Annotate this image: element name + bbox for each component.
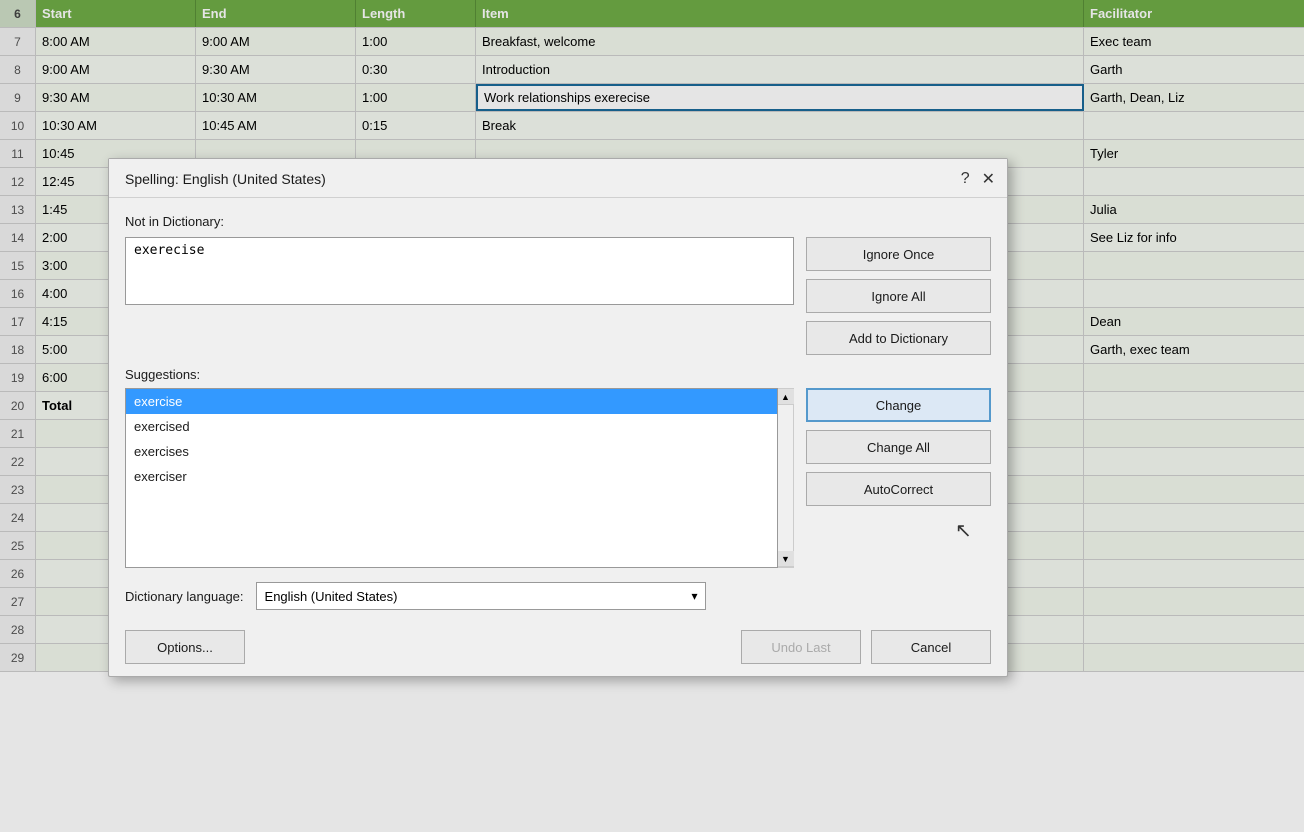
dict-lang-select[interactable]: English (United States) bbox=[256, 582, 706, 610]
help-button[interactable]: ? bbox=[961, 170, 970, 188]
cancel-button[interactable]: Cancel bbox=[871, 630, 991, 664]
dict-lang-label: Dictionary language: bbox=[125, 589, 244, 604]
undo-last-button[interactable]: Undo Last bbox=[741, 630, 861, 664]
change-button[interactable]: Change bbox=[806, 388, 991, 422]
suggestions-label: Suggestions: bbox=[125, 367, 991, 382]
not-in-dict-input[interactable] bbox=[125, 237, 794, 305]
ignore-all-button[interactable]: Ignore All bbox=[806, 279, 991, 313]
suggestion-item-exercised[interactable]: exercised bbox=[126, 414, 777, 439]
scroll-up-arrow[interactable]: ▲ bbox=[778, 389, 794, 405]
not-in-dict-row: Ignore Once Ignore All Add to Dictionary bbox=[125, 237, 991, 355]
lang-row: Dictionary language: English (United Sta… bbox=[125, 582, 991, 610]
scroll-down-arrow[interactable]: ▼ bbox=[778, 551, 794, 567]
dialog-titlebar: Spelling: English (United States) ? ✕ bbox=[109, 159, 1007, 198]
spelling-dialog: Spelling: English (United States) ? ✕ No… bbox=[108, 158, 1008, 677]
not-in-dict-label: Not in Dictionary: bbox=[125, 214, 991, 229]
bottom-left-buttons: Options... bbox=[125, 630, 245, 664]
ignore-once-button[interactable]: Ignore Once bbox=[806, 237, 991, 271]
suggestions-row: exercise exercised exercises exerciser ▲… bbox=[125, 388, 991, 568]
close-button[interactable]: ✕ bbox=[982, 169, 995, 189]
options-button[interactable]: Options... bbox=[125, 630, 245, 664]
change-all-button[interactable]: Change All bbox=[806, 430, 991, 464]
spreadsheet: 6 Start End Length Item Facilitator 7 8:… bbox=[0, 0, 1304, 832]
bottom-buttons: Options... Undo Last Cancel bbox=[125, 626, 991, 664]
dialog-body: Not in Dictionary: Ignore Once Ignore Al… bbox=[109, 198, 1007, 676]
bottom-right-buttons: Undo Last Cancel bbox=[741, 630, 991, 664]
suggestion-item-exerciser[interactable]: exerciser bbox=[126, 464, 777, 489]
suggestion-item-exercises[interactable]: exercises bbox=[126, 439, 777, 464]
add-to-dictionary-button[interactable]: Add to Dictionary bbox=[806, 321, 991, 355]
action-buttons: Change Change All AutoCorrect bbox=[806, 388, 991, 506]
dict-lang-select-wrapper[interactable]: English (United States) bbox=[256, 582, 706, 610]
suggestions-scrollbar[interactable]: ▲ ▼ bbox=[778, 388, 794, 568]
right-buttons: Ignore Once Ignore All Add to Dictionary bbox=[806, 237, 991, 355]
dialog-title: Spelling: English (United States) bbox=[125, 171, 326, 187]
dialog-controls: ? ✕ bbox=[961, 169, 995, 189]
autocorrect-button[interactable]: AutoCorrect bbox=[806, 472, 991, 506]
suggestions-list[interactable]: exercise exercised exercises exerciser bbox=[125, 388, 778, 568]
suggestion-item-exercise[interactable]: exercise bbox=[126, 389, 777, 414]
